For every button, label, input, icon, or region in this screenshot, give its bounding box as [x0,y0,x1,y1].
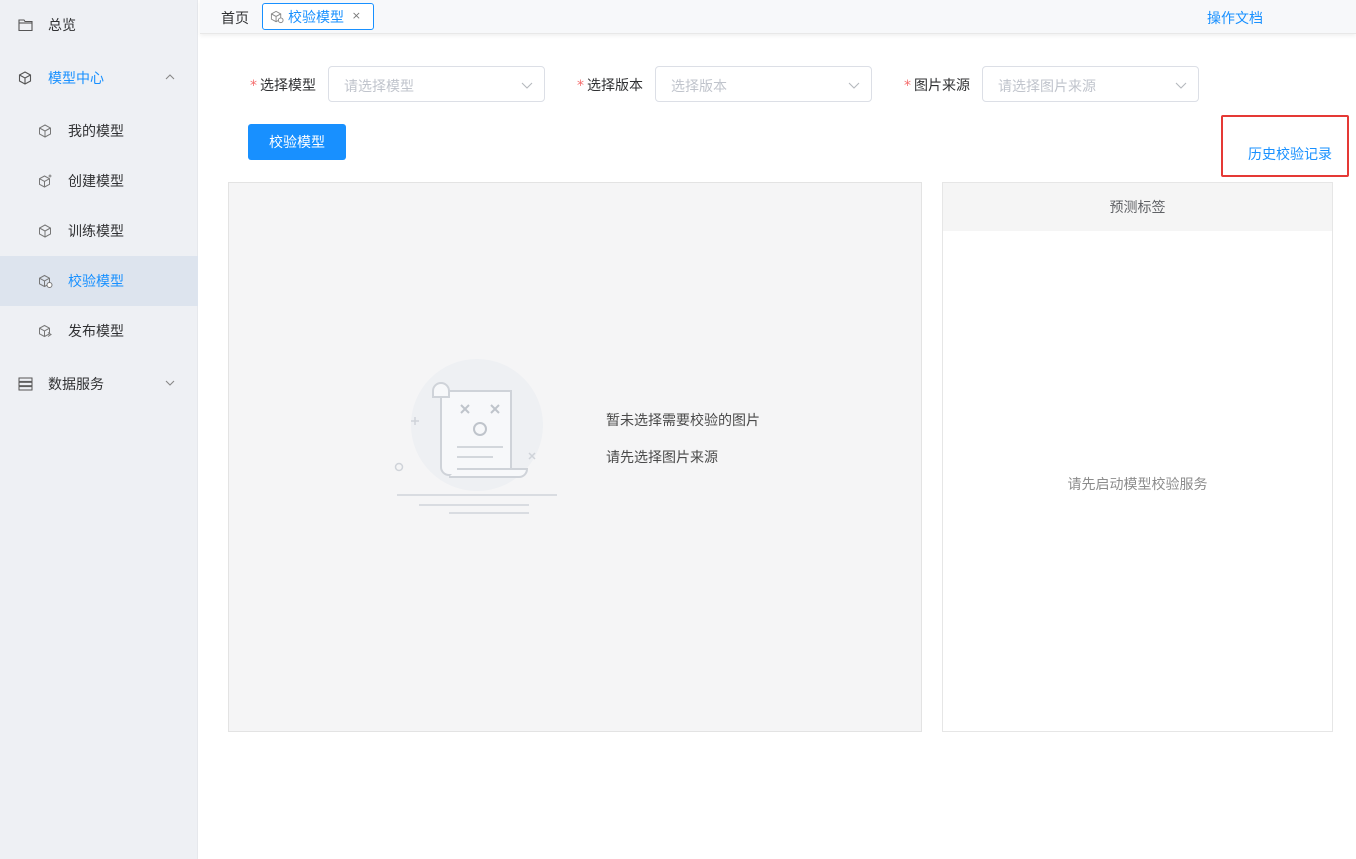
version-select[interactable]: 选择版本 [655,66,872,102]
source-select[interactable]: 请选择图片来源 [982,66,1199,102]
sidebar: 总览 模型中心 我的模型 创建模型 训练模型 校验模型 发布模型 数据服务 [0,0,198,859]
cube-check-icon [37,273,53,289]
prediction-labels-title: 预测标签 [943,183,1332,231]
sidebar-item-data-service[interactable]: 数据服务 [0,359,198,409]
cube-icon [17,70,33,86]
version-select-label: * 选择版本 [577,78,643,94]
tab-home[interactable]: 首页 [221,8,249,28]
empty-document-illustration [389,355,564,520]
sidebar-item-publish-model[interactable]: 发布模型 [0,306,198,356]
sidebar-item-label: 数据服务 [48,377,104,393]
sidebar-item-verify-model[interactable]: 校验模型 [0,256,198,306]
source-select-placeholder: 请选择图片来源 [998,79,1096,95]
cube-icon [37,223,53,239]
doc-link[interactable]: 操作文档 [1207,8,1263,28]
tab-verify-model[interactable]: 校验模型 × [262,3,374,30]
sidebar-item-label: 总览 [48,18,76,34]
history-records-link[interactable]: 历史校验记录 [1248,144,1332,164]
sidebar-item-label: 创建模型 [68,174,124,190]
prediction-labels-panel: 预测标签 请先启动模型校验服务 [942,182,1333,732]
sidebar-item-label: 我的模型 [68,124,124,140]
empty-message-primary: 暂未选择需要校验的图片 [606,413,760,429]
cube-share-icon [37,323,53,339]
sidebar-item-model-center[interactable]: 模型中心 [0,53,198,103]
model-select-label: * 选择模型 [250,78,316,94]
cube-check-icon [270,10,284,24]
folder-icon [17,17,33,33]
empty-message-secondary: 请先选择图片来源 [606,450,718,466]
sidebar-item-overview[interactable]: 总览 [0,0,198,50]
chevron-up-icon [164,71,178,85]
chevron-down-icon [520,78,534,92]
prediction-labels-empty: 请先启动模型校验服务 [1067,477,1208,493]
sidebar-item-label: 模型中心 [48,71,104,87]
tab-label: 校验模型 [288,9,344,26]
list-icon [17,376,33,392]
sidebar-item-my-models[interactable]: 我的模型 [0,106,198,156]
image-preview-panel: 暂未选择需要校验的图片 请先选择图片来源 [228,182,922,732]
chevron-down-icon [164,377,178,391]
verify-model-button[interactable]: 校验模型 [248,124,346,160]
sidebar-item-label: 发布模型 [68,324,124,340]
version-select-placeholder: 选择版本 [671,79,727,95]
sidebar-item-create-model[interactable]: 创建模型 [0,156,198,206]
sidebar-item-train-model[interactable]: 训练模型 [0,206,198,256]
tabs-bar: 首页 校验模型 × 操作文档 [200,0,1356,34]
sidebar-item-label: 校验模型 [68,274,124,290]
sidebar-item-label: 训练模型 [68,224,124,240]
model-select[interactable]: 请选择模型 [328,66,545,102]
source-select-label: * 图片来源 [904,78,970,94]
chevron-down-icon [1174,78,1188,92]
model-select-placeholder: 请选择模型 [344,79,414,95]
close-icon[interactable]: × [352,9,361,22]
chevron-down-icon [847,78,861,92]
cube-icon [37,123,53,139]
cube-plus-icon [37,173,53,189]
